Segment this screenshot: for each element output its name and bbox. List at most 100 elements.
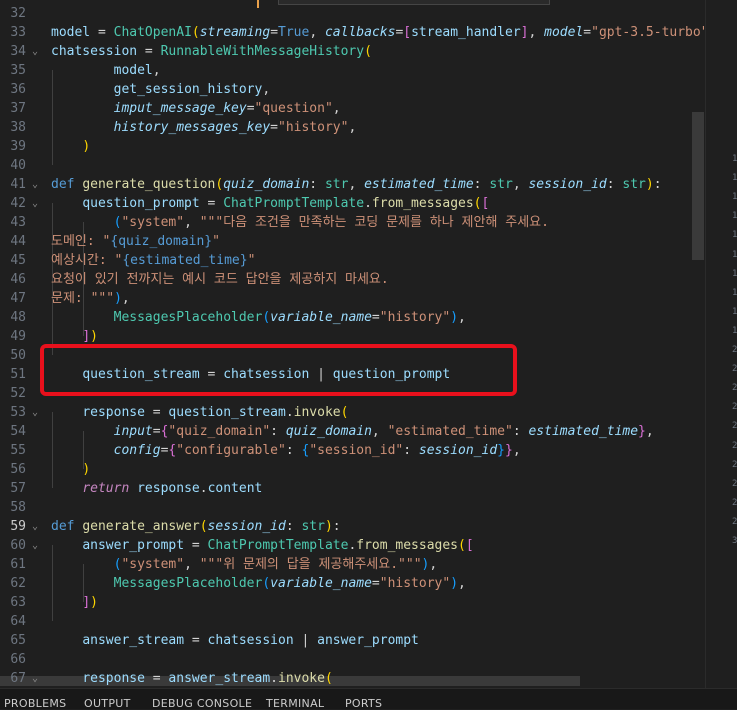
code-line[interactable]: 53 ⌄ response = question_stream.invoke(	[0, 403, 705, 422]
fold-chevron-icon[interactable]: ⌄	[32, 175, 38, 194]
code-line[interactable]: 57 return response.content	[0, 479, 705, 498]
code-line[interactable]: 34 ⌄ chatsession = RunnableWithMessageHist…	[0, 42, 705, 61]
code-line[interactable]: 37 imput_message_key="question",	[0, 99, 705, 118]
code-token: (	[262, 576, 271, 591]
code-line[interactable]: 67 ⌄ response = answer_stream.invoke(	[0, 669, 705, 688]
code-text: def generate_answer(session_id: str):	[51, 517, 341, 536]
code-line[interactable]: 66	[0, 650, 705, 669]
code-line[interactable]: 47 문제: """),	[0, 289, 705, 308]
line-number: 55	[10, 443, 26, 458]
code-line[interactable]: 62 MessagesPlaceholder(variable_name="hi…	[0, 574, 705, 593]
code-line[interactable]: 55 config={"configurable": {"session_id"…	[0, 441, 705, 460]
code-line[interactable]: 60 ⌄ answer_prompt = ChatPromptTemplate.f…	[0, 536, 705, 555]
code-token: "system"	[121, 215, 185, 230]
tab-terminal[interactable]: TERMINAL	[266, 697, 324, 710]
code-line[interactable]: 39 )	[0, 137, 705, 156]
code-token: :	[473, 177, 490, 192]
code-token: answer_stream	[82, 633, 185, 648]
fold-chevron-icon[interactable]: ⌄	[32, 669, 38, 688]
tab-output[interactable]: OUTPUT	[84, 697, 131, 710]
fold-chevron-icon[interactable]: ⌄	[32, 194, 38, 213]
code-line[interactable]: 51 question_stream = chatsession | quest…	[0, 365, 705, 384]
tab-problems[interactable]: PROBLEMS	[4, 697, 66, 710]
fold-chevron-icon[interactable]: ⌄	[32, 42, 38, 61]
code-token: response	[82, 671, 145, 686]
minimap-line-number: 1	[732, 211, 737, 222]
code-line[interactable]: 33 model = ChatOpenAI(streaming=True, cal…	[0, 23, 705, 42]
code-line[interactable]: 56 )	[0, 460, 705, 479]
code-line[interactable]: 59 ⌄ def generate_answer(session_id: str):	[0, 517, 705, 536]
minimap-line-number: 1	[732, 173, 737, 184]
code-token: (	[262, 310, 271, 325]
code-line[interactable]: 52	[0, 384, 705, 403]
code-line[interactable]: 42 ⌄ question_prompt = ChatPromptTemplate…	[0, 194, 705, 213]
code-line[interactable]: 63 ])	[0, 593, 705, 612]
code-line[interactable]: 65 answer_stream = chatsession | answer_…	[0, 631, 705, 650]
code-text: response = question_stream.invoke(	[51, 403, 348, 422]
code-token: history_messages_key	[113, 120, 271, 135]
code-token: "configurable"	[176, 443, 286, 458]
code-line[interactable]: 45 예상시간: "{estimated_time}"	[0, 251, 705, 270]
code-token: 예상시간: "	[51, 253, 123, 268]
code-line[interactable]: 38 history_messages_key="history",	[0, 118, 705, 137]
code-line[interactable]: 43 ("system", """다음 조건을 만족하는 코딩 문제를 하나 제…	[0, 213, 705, 232]
fold-chevron-icon[interactable]: ⌄	[32, 536, 38, 555]
code-token: ]	[82, 329, 91, 344]
code-token: :	[309, 177, 325, 192]
fold-chevron-icon[interactable]: ⌄	[32, 517, 38, 536]
code-token: question_stream	[82, 367, 200, 382]
minimap[interactable]: 1 1 1 1 1 1 1 1 1 1 2 2 2 2 2 2 2 2 2 2 3	[705, 0, 737, 688]
code-line[interactable]: 50	[0, 346, 705, 365]
code-line[interactable]: 58	[0, 498, 705, 517]
code-token: ,	[429, 557, 438, 572]
code-text: )	[51, 460, 90, 479]
code-token: )	[82, 139, 91, 154]
code-line[interactable]: 54 input={"quiz_domain": quiz_domain, "e…	[0, 422, 705, 441]
code-text: response = answer_stream.invoke(	[51, 669, 333, 688]
code-line[interactable]: 44 도메인: "{quiz_domain}"	[0, 232, 705, 251]
line-number: 65	[10, 633, 26, 648]
minimap-line-number: 1	[732, 192, 737, 203]
minimap-line-number: 2	[732, 478, 737, 489]
code-line[interactable]: 49 ])	[0, 327, 705, 346]
code-token: invoke	[293, 405, 341, 420]
code-line[interactable]: 40	[0, 156, 705, 175]
code-line[interactable]: 41 ⌄ def generate_question(quiz_domain: st…	[0, 175, 705, 194]
code-line[interactable]: 64	[0, 612, 705, 631]
code-line[interactable]: 61 ("system", """위 문제의 답을 제공해주세요."""),	[0, 555, 705, 574]
code-text: history_messages_key="history",	[51, 118, 357, 137]
code-token: =	[270, 120, 278, 135]
code-line[interactable]: 46 요청이 있기 전까지는 예시 코드 답안을 제공하지 마세요.	[0, 270, 705, 289]
code-token: (	[340, 405, 349, 420]
code-line[interactable]: 48 MessagesPlaceholder(variable_name="hi…	[0, 308, 705, 327]
line-number: 67	[10, 671, 26, 686]
code-token: ,	[528, 25, 545, 40]
code-token: =	[583, 25, 592, 40]
code-token: (	[324, 671, 333, 686]
code-token: ChatOpenAI	[113, 25, 192, 40]
line-number: 42	[10, 196, 26, 211]
fold-chevron-icon[interactable]: ⌄	[32, 403, 38, 422]
code-text: model,	[51, 61, 161, 80]
tab-debug-console[interactable]: DEBUG CONSOLE	[152, 697, 252, 710]
minimap-line-number: 2	[732, 497, 737, 508]
code-line[interactable]: 35 model,	[0, 61, 705, 80]
code-token: ,	[184, 215, 200, 230]
minimap-line-number: 1	[732, 306, 737, 317]
code-token: (	[473, 196, 482, 211]
code-token: )	[450, 576, 459, 591]
code-editor[interactable]: 32 33 model = ChatOpenAI(streaming=True, c…	[0, 0, 705, 688]
code-text: ])	[51, 593, 98, 612]
code-line[interactable]: 36 get_session_history,	[0, 80, 705, 99]
code-token: response	[137, 481, 200, 496]
code-token: MessagesPlaceholder	[113, 576, 263, 591]
code-token: "estimated_time"	[387, 424, 513, 439]
code-token: answer_prompt	[82, 538, 185, 553]
code-token: session_id	[418, 443, 498, 458]
code-text: answer_prompt = ChatPromptTemplate.from_…	[51, 536, 473, 555]
code-line[interactable]: 32	[0, 4, 705, 23]
tab-ports[interactable]: PORTS	[345, 697, 382, 710]
